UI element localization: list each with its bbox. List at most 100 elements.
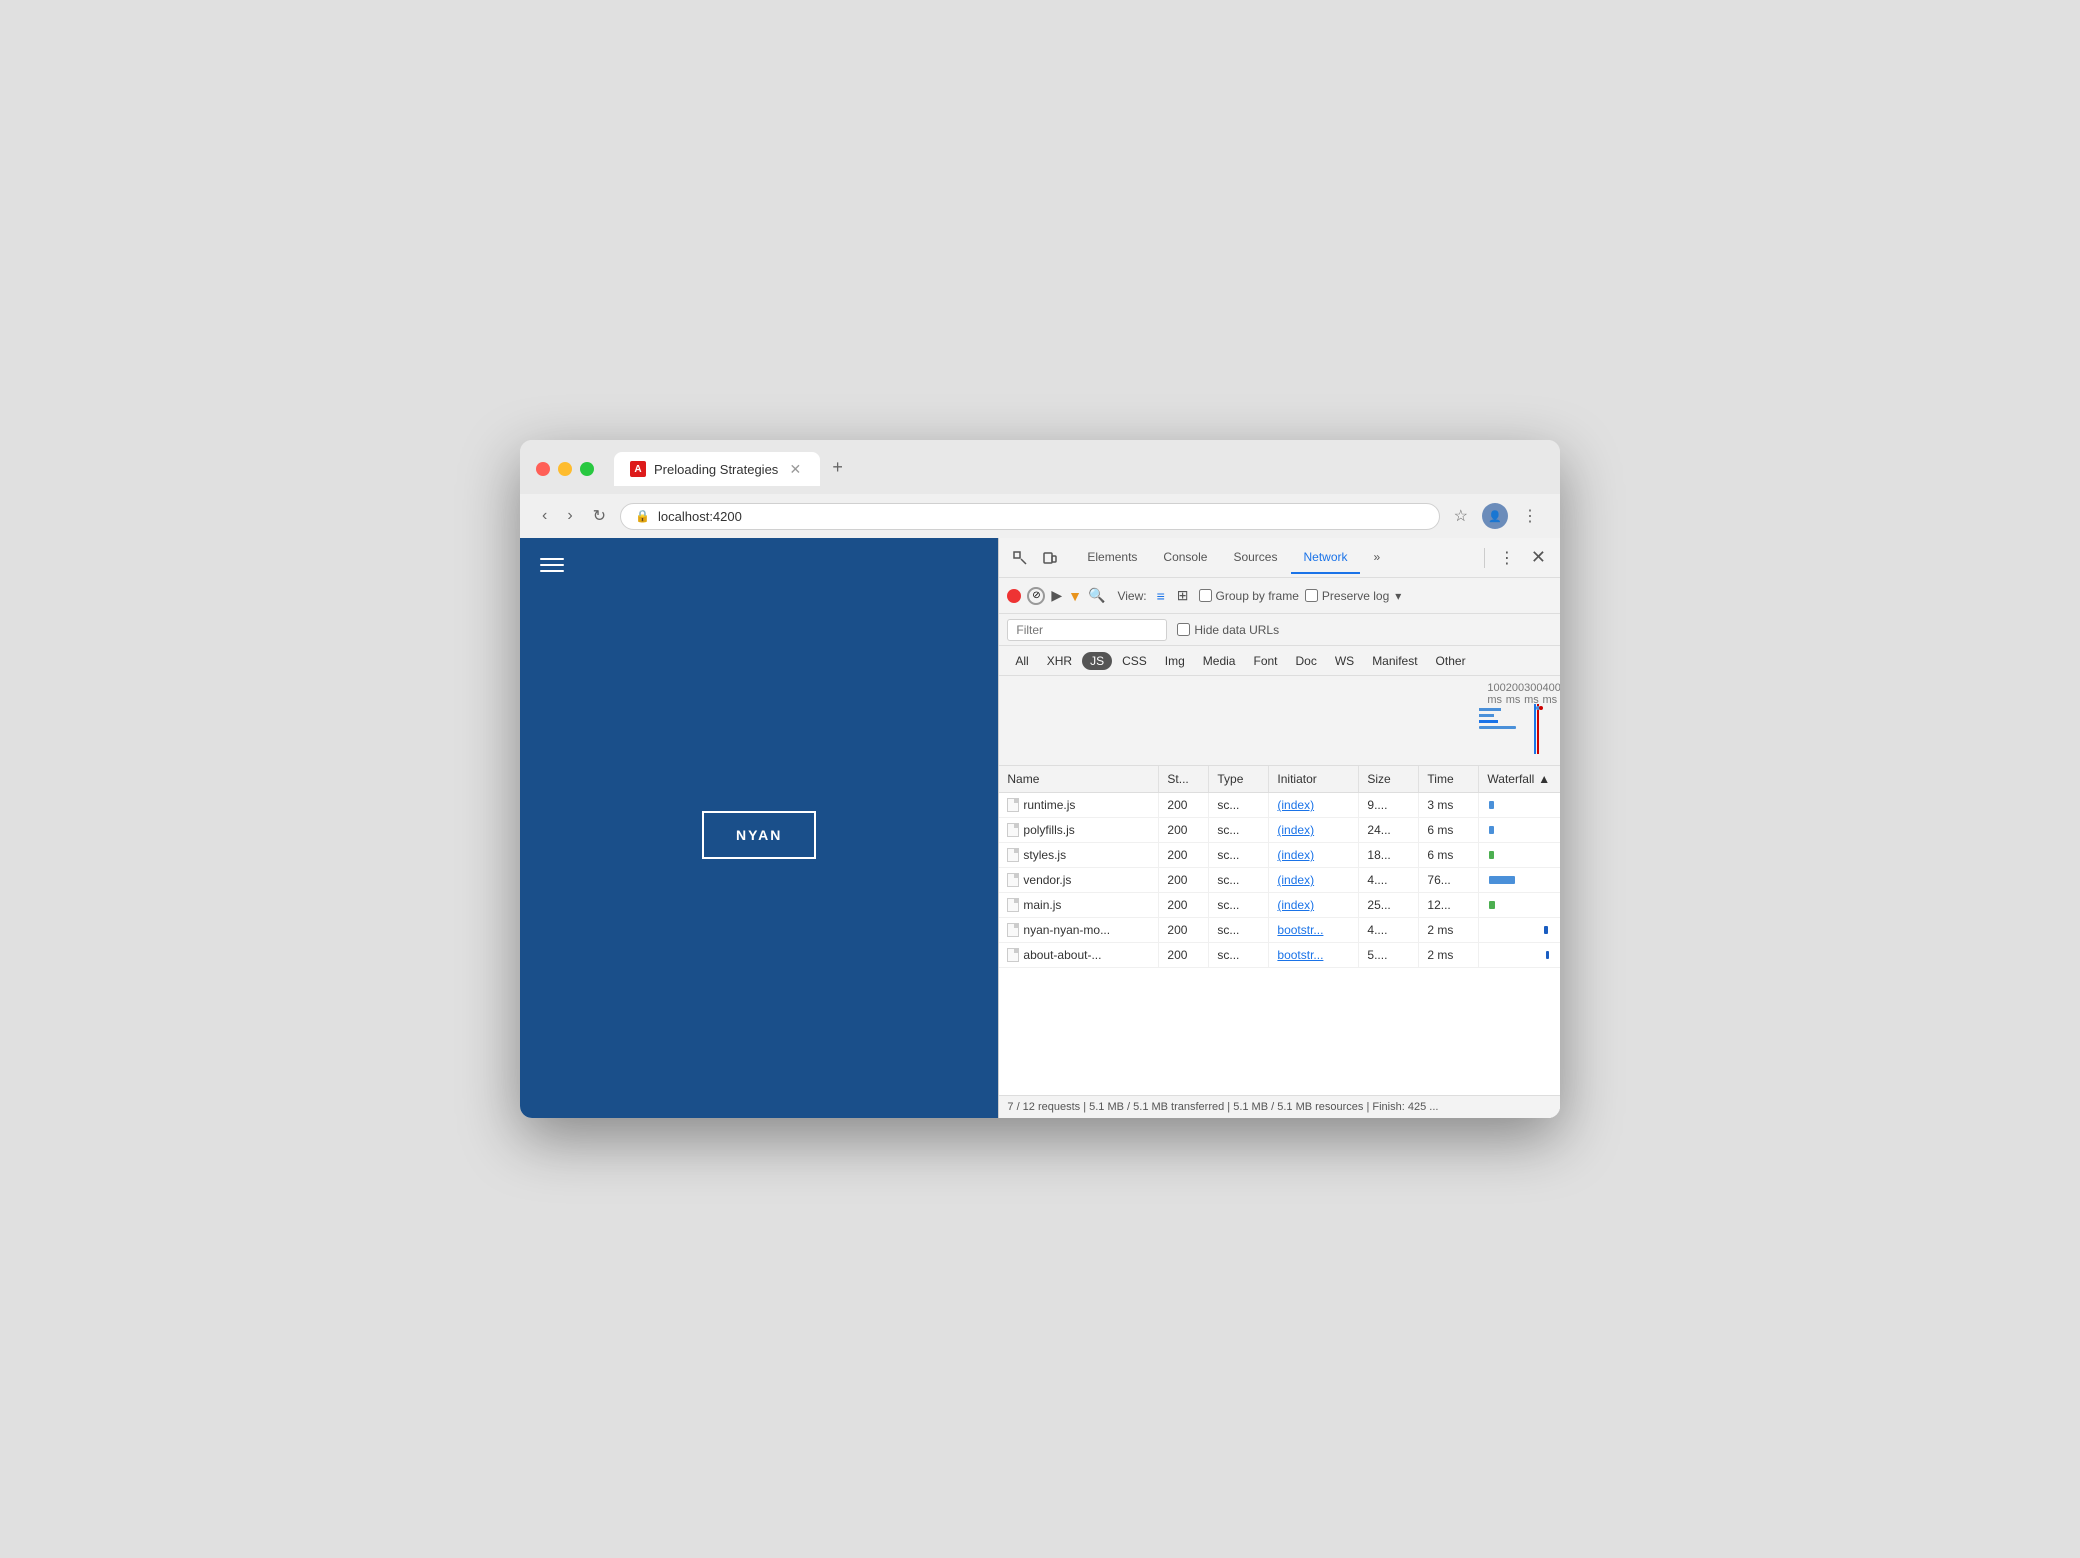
view-list-button[interactable]: ≡ (1153, 586, 1169, 606)
hide-data-urls-checkbox[interactable]: Hide data URLs (1177, 623, 1279, 637)
table-row[interactable]: nyan-nyan-mo... 200 sc... bootstr... 4..… (999, 918, 1560, 943)
hamburger-menu-button[interactable] (540, 558, 568, 572)
preserve-log-label: Preserve log (1322, 589, 1389, 603)
view-label: View: (1117, 589, 1146, 603)
preserve-log-checkbox[interactable]: Preserve log (1305, 589, 1389, 603)
bookmark-button[interactable]: ☆ (1448, 502, 1474, 530)
waterfall-bar-wrap (1487, 951, 1552, 959)
waterfall-bar (1489, 876, 1515, 884)
browser-content: NYAN Elemen (520, 538, 1560, 1118)
devtools-close-button[interactable]: ✕ (1525, 543, 1552, 572)
group-by-frame-label: Group by frame (1216, 589, 1299, 603)
cell-time: 12... (1419, 893, 1479, 917)
filter-css[interactable]: CSS (1114, 652, 1155, 670)
red-timing-line (1537, 704, 1539, 754)
waterfall-bar-wrap (1487, 851, 1552, 859)
cell-waterfall (1479, 943, 1560, 967)
th-status: St... (1159, 766, 1209, 792)
filter-button[interactable]: ▼ (1068, 588, 1082, 604)
cell-waterfall (1479, 868, 1560, 892)
th-type: Type (1209, 766, 1269, 792)
lock-icon: 🔒 (635, 509, 650, 523)
cell-waterfall (1479, 843, 1560, 867)
cell-time: 6 ms (1419, 818, 1479, 842)
search-button[interactable]: 🔍 (1088, 587, 1105, 604)
filter-img[interactable]: Img (1157, 652, 1193, 670)
filter-input[interactable] (1016, 623, 1158, 637)
minimize-window-button[interactable] (558, 462, 572, 476)
cell-status: 200 (1159, 818, 1209, 842)
new-tab-button[interactable]: + (824, 453, 851, 482)
tab-more[interactable]: » (1362, 542, 1393, 574)
close-window-button[interactable] (536, 462, 550, 476)
table-row[interactable]: main.js 200 sc... (index) 25... 12... (999, 893, 1560, 918)
waterfall-bar (1489, 901, 1495, 909)
group-by-frame-input[interactable] (1199, 589, 1212, 602)
group-by-frame-checkbox[interactable]: Group by frame (1199, 589, 1299, 603)
stop-button[interactable]: ⊘ (1027, 587, 1045, 605)
cell-initiator: (index) (1269, 793, 1359, 817)
tab-console[interactable]: Console (1151, 542, 1219, 574)
th-waterfall: Waterfall ▲ (1479, 766, 1560, 792)
cell-time: 3 ms (1419, 793, 1479, 817)
tab-sources[interactable]: Sources (1221, 542, 1289, 574)
nyan-button[interactable]: NYAN (702, 811, 816, 859)
preserve-log-input[interactable] (1305, 589, 1318, 602)
app-area: NYAN (520, 538, 998, 1118)
tab-close-button[interactable]: ✕ (786, 460, 804, 478)
screenshot-button[interactable]: ▶ (1051, 587, 1062, 604)
filter-manifest[interactable]: Manifest (1364, 652, 1425, 670)
cell-waterfall (1479, 818, 1560, 842)
filter-xhr[interactable]: XHR (1039, 652, 1080, 670)
waterfall-bar-wrap (1487, 876, 1552, 884)
devtools-options-button[interactable]: ⋮ (1493, 544, 1521, 572)
maximize-window-button[interactable] (580, 462, 594, 476)
filter-input-wrap[interactable] (1007, 619, 1167, 641)
filter-doc[interactable]: Doc (1288, 652, 1325, 670)
table-row[interactable]: polyfills.js 200 sc... (index) 24... 6 m… (999, 818, 1560, 843)
devtools-separator (1484, 548, 1485, 568)
browser-menu-button[interactable]: ⋮ (1516, 502, 1544, 530)
filter-all[interactable]: All (1007, 652, 1036, 670)
active-tab[interactable]: A Preloading Strategies ✕ (614, 452, 820, 486)
file-icon (1007, 923, 1019, 937)
table-row[interactable]: runtime.js 200 sc... (index) 9.... 3 ms (999, 793, 1560, 818)
file-icon (1007, 873, 1019, 887)
profile-avatar: 👤 (1482, 503, 1508, 529)
hide-data-urls-label: Hide data URLs (1194, 623, 1279, 637)
reload-button[interactable]: ↻ (587, 502, 612, 530)
devtools-inspect-button[interactable] (1007, 547, 1033, 569)
address-input-wrap[interactable]: 🔒 localhost:4200 (620, 503, 1440, 530)
back-button[interactable]: ‹ (536, 503, 553, 529)
view-group-button[interactable]: ⊞ (1173, 585, 1193, 606)
record-button[interactable] (1007, 589, 1021, 603)
cell-name: vendor.js (999, 868, 1159, 892)
toolbar-expand-button[interactable]: ▾ (1395, 589, 1401, 603)
filter-ws[interactable]: WS (1327, 652, 1362, 670)
table-row[interactable]: styles.js 200 sc... (index) 18... 6 ms (999, 843, 1560, 868)
filter-js[interactable]: JS (1082, 652, 1112, 670)
timeline-label-400: 400 ms (1542, 682, 1560, 706)
file-icon (1007, 798, 1019, 812)
filter-font[interactable]: Font (1245, 652, 1285, 670)
cell-initiator: (index) (1269, 818, 1359, 842)
waterfall-preview (1479, 704, 1552, 754)
timeline-label-200: 200 ms (1506, 682, 1524, 706)
cell-initiator: bootstr... (1269, 943, 1359, 967)
filter-other[interactable]: Other (1428, 652, 1474, 670)
tab-elements[interactable]: Elements (1075, 542, 1149, 574)
hide-data-urls-input[interactable] (1177, 623, 1190, 636)
waterfall-bar (1489, 826, 1494, 834)
cell-waterfall (1479, 918, 1560, 942)
devtools-device-button[interactable] (1037, 547, 1063, 569)
th-name: Name (999, 766, 1159, 792)
cell-size: 4.... (1359, 868, 1419, 892)
tab-network[interactable]: Network (1291, 542, 1359, 574)
browser-tabs: A Preloading Strategies ✕ + (614, 452, 1544, 486)
cell-initiator: (index) (1269, 868, 1359, 892)
table-row[interactable]: about-about-... 200 sc... bootstr... 5..… (999, 943, 1560, 968)
forward-button[interactable]: › (561, 503, 578, 529)
filter-media[interactable]: Media (1195, 652, 1244, 670)
title-bar-top: A Preloading Strategies ✕ + (536, 452, 1544, 486)
table-row[interactable]: vendor.js 200 sc... (index) 4.... 76... (999, 868, 1560, 893)
